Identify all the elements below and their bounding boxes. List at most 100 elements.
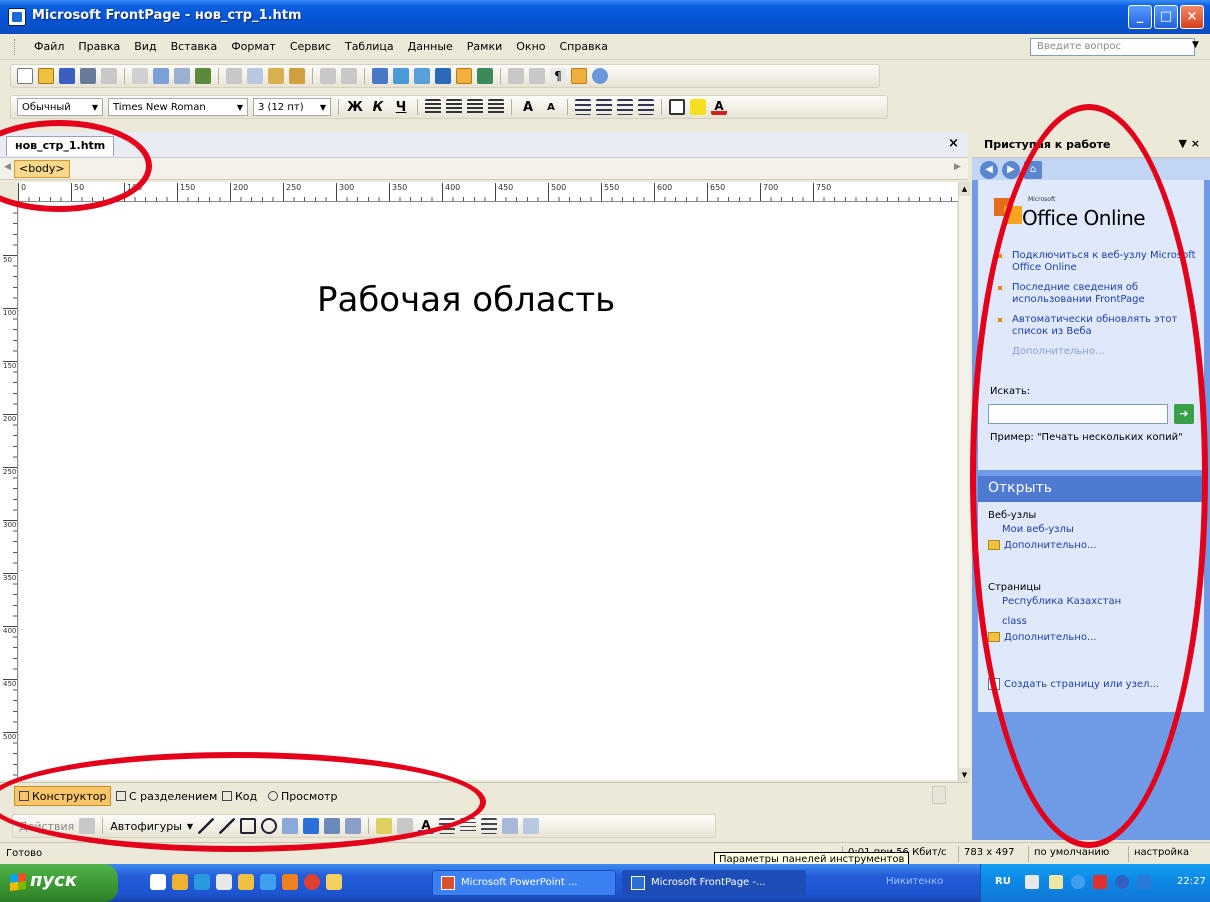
vertical-scrollbar[interactable]: ▲ ▼ xyxy=(958,182,970,782)
horizontal-scroll-right[interactable] xyxy=(932,786,946,804)
tab-preview[interactable]: Просмотр xyxy=(264,786,341,806)
pages-more-link[interactable]: Дополнительно... xyxy=(988,632,1096,643)
websites-more-link[interactable]: Дополнительно... xyxy=(988,540,1096,551)
quicklaunch-icon[interactable] xyxy=(260,874,276,890)
format-painter-icon[interactable] xyxy=(289,68,305,84)
scroll-up-icon[interactable]: ▲ xyxy=(959,182,970,196)
search-input[interactable] xyxy=(988,404,1168,424)
borders-icon[interactable] xyxy=(669,99,685,115)
quicklaunch-icon[interactable] xyxy=(150,874,166,890)
menu-table[interactable]: Таблица xyxy=(345,40,394,53)
minimize-button[interactable]: _ xyxy=(1128,5,1152,29)
preview-icon[interactable] xyxy=(174,68,190,84)
italic-button[interactable]: К xyxy=(369,100,387,115)
drawing-icon[interactable] xyxy=(456,68,472,84)
web-component-icon[interactable] xyxy=(372,68,388,84)
title-bar[interactable]: Microsoft FrontPage - нов_стр_1.htm _ □ … xyxy=(0,0,1210,34)
decrease-font-icon[interactable]: A xyxy=(542,102,560,113)
home-icon[interactable]: ⌂ xyxy=(1024,161,1042,179)
tag-nav-left-icon[interactable]: ◀ xyxy=(4,162,11,172)
align-center-icon[interactable] xyxy=(446,99,462,115)
copy-icon[interactable] xyxy=(247,68,263,84)
align-left-icon[interactable] xyxy=(425,99,441,115)
status-default[interactable]: по умолчанию xyxy=(1028,846,1114,862)
menu-format[interactable]: Формат xyxy=(231,40,276,53)
scroll-down-icon[interactable]: ▼ xyxy=(959,768,970,782)
close-document-icon[interactable]: × xyxy=(948,136,959,151)
show-all-icon[interactable]: ¶ xyxy=(550,68,566,84)
forward-icon[interactable]: ▶ xyxy=(1002,161,1020,179)
page-link-kazakhstan[interactable]: Республика Казахстан xyxy=(1002,596,1121,607)
bold-button[interactable]: Ж xyxy=(346,100,364,115)
help-dropdown-icon[interactable]: ▼ xyxy=(1192,40,1199,50)
quicklaunch-icon[interactable] xyxy=(304,874,320,890)
design-work-area[interactable]: Рабочая область xyxy=(19,202,957,780)
tray-icon[interactable] xyxy=(1025,875,1039,889)
clipart-icon[interactable] xyxy=(324,818,341,834)
arrow-icon[interactable] xyxy=(219,818,236,834)
find-icon[interactable] xyxy=(80,68,96,84)
paste-icon[interactable] xyxy=(268,68,284,84)
menu-insert[interactable]: Вставка xyxy=(171,40,218,53)
antivirus-icon[interactable] xyxy=(1093,875,1107,889)
line-icon[interactable] xyxy=(198,818,215,834)
redo-icon[interactable] xyxy=(341,68,357,84)
save-icon[interactable] xyxy=(59,68,75,84)
publish-icon[interactable] xyxy=(101,68,117,84)
status-dimensions[interactable]: 783 x 497 xyxy=(958,846,1019,862)
menu-frames[interactable]: Рамки xyxy=(467,40,502,53)
code-snippet-icon[interactable] xyxy=(571,68,587,84)
3d-icon[interactable] xyxy=(523,818,540,834)
taskbar-powerpoint[interactable]: Microsoft PowerPoint ... xyxy=(432,870,616,896)
quicklaunch-icon[interactable] xyxy=(282,874,298,890)
wordart-icon[interactable] xyxy=(303,818,320,834)
print-icon[interactable] xyxy=(153,68,169,84)
quicklaunch-icon[interactable] xyxy=(326,874,342,890)
arrow-style-icon[interactable] xyxy=(481,818,498,834)
connect-link[interactable]: Подключиться к веб-узлу Microsoft Office… xyxy=(996,250,1196,274)
stop-icon[interactable] xyxy=(529,68,545,84)
shadow-icon[interactable] xyxy=(502,818,519,834)
undo-icon[interactable] xyxy=(320,68,336,84)
rectangle-icon[interactable] xyxy=(240,818,257,834)
align-right-icon[interactable] xyxy=(467,99,483,115)
my-websites-link[interactable]: Мои веб-узлы xyxy=(1002,524,1074,535)
menu-tools[interactable]: Сервис xyxy=(290,40,331,53)
language-indicator[interactable]: RU xyxy=(995,876,1011,887)
picture-icon[interactable] xyxy=(345,818,362,834)
menu-help[interactable]: Справка xyxy=(560,40,608,53)
tray-icon[interactable] xyxy=(1071,875,1085,889)
menu-edit[interactable]: Правка xyxy=(78,40,120,53)
menu-view[interactable]: Вид xyxy=(134,40,156,53)
line-color-icon[interactable] xyxy=(397,818,414,834)
body-tag[interactable]: <body> xyxy=(14,160,70,178)
more-link[interactable]: Дополнительно... xyxy=(996,346,1196,357)
help-question-input[interactable]: Введите вопрос xyxy=(1030,38,1195,56)
quicklaunch-icon[interactable] xyxy=(238,874,254,890)
open-folder-icon[interactable] xyxy=(38,68,54,84)
textbox-icon[interactable] xyxy=(282,818,299,834)
start-button[interactable]: пуск xyxy=(0,864,118,902)
increase-font-icon[interactable]: A xyxy=(519,100,537,115)
taskbar-frontpage[interactable]: Microsoft FrontPage -... xyxy=(622,870,806,896)
toggle-pane-icon[interactable] xyxy=(132,68,148,84)
hyperlink-icon[interactable] xyxy=(477,68,493,84)
tray-icon[interactable] xyxy=(1049,875,1063,889)
insert-layer-icon[interactable] xyxy=(414,68,430,84)
cut-icon[interactable] xyxy=(226,68,242,84)
autoshapes-menu[interactable]: Автофигуры xyxy=(110,820,182,833)
actions-menu[interactable]: Действия xyxy=(19,820,74,833)
help-icon[interactable] xyxy=(592,68,608,84)
office-online-logo[interactable]: Microsoft Office Online xyxy=(988,194,1198,234)
quicklaunch-icon[interactable] xyxy=(172,874,188,890)
close-button[interactable]: × xyxy=(1180,5,1204,29)
oval-icon[interactable] xyxy=(261,818,278,834)
justify-icon[interactable] xyxy=(488,99,504,115)
search-go-button[interactable]: ➔ xyxy=(1174,404,1194,424)
task-pane-close-icon[interactable]: ▼ × xyxy=(1178,137,1200,150)
select-arrow-icon[interactable] xyxy=(79,818,96,834)
menu-data[interactable]: Данные xyxy=(408,40,453,53)
font-color-icon[interactable]: A xyxy=(711,99,727,115)
latest-news-link[interactable]: Последние сведения об использовании Fron… xyxy=(996,282,1196,306)
menu-window[interactable]: Окно xyxy=(516,40,545,53)
